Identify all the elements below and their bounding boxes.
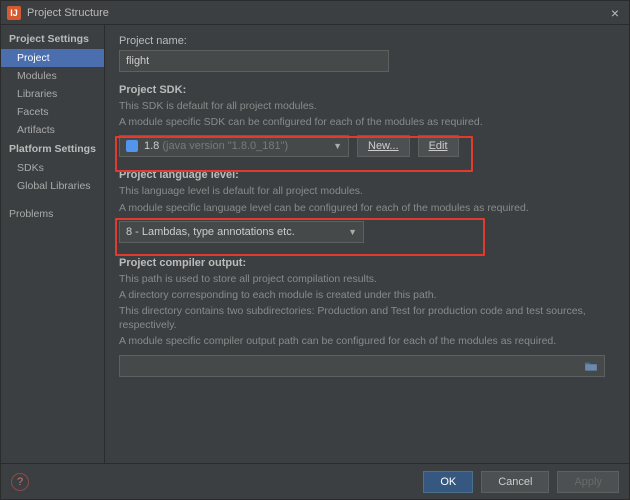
sdk-value-prefix: 1.8 [144, 140, 159, 152]
project-name-input[interactable] [119, 50, 389, 72]
compiler-output-label: Project compiler output: [119, 257, 615, 269]
project-sdk-label: Project SDK: [119, 84, 615, 96]
sidebar-item-sdks[interactable]: SDKs [1, 159, 104, 177]
sdk-desc-line2: A module specific SDK can be configured … [119, 115, 615, 129]
sidebar-item-facets[interactable]: Facets [1, 103, 104, 121]
compiler-output-path-input[interactable] [119, 355, 605, 377]
sidebar-item-problems[interactable]: Problems [1, 205, 104, 223]
compiler-desc-line2: A directory corresponding to each module… [119, 288, 615, 302]
lang-desc-line2: A module specific language level can be … [119, 201, 615, 215]
sidebar: Project Settings Project Modules Librari… [1, 25, 105, 463]
dialog-footer: ? OK Cancel Apply [1, 463, 629, 499]
sdk-value-version: (java version "1.8.0_181") [162, 140, 288, 152]
sdk-edit-button[interactable]: Edit [418, 135, 459, 157]
window-title: Project Structure [27, 7, 607, 19]
chevron-down-icon: ▼ [348, 227, 357, 237]
sidebar-item-libraries[interactable]: Libraries [1, 85, 104, 103]
sdk-desc-line1: This SDK is default for all project modu… [119, 99, 615, 113]
sidebar-item-project[interactable]: Project [1, 49, 104, 67]
lang-desc-line1: This language level is default for all p… [119, 184, 615, 198]
browse-folder-icon[interactable] [582, 358, 600, 374]
chevron-down-icon: ▼ [333, 141, 342, 151]
ok-button[interactable]: OK [423, 471, 473, 493]
sidebar-section-project-settings: Project Settings [1, 29, 104, 49]
apply-button[interactable]: Apply [557, 471, 619, 493]
sidebar-item-global-libraries[interactable]: Global Libraries [1, 177, 104, 195]
close-icon[interactable]: × [607, 5, 623, 21]
compiler-desc-line1: This path is used to store all project c… [119, 272, 615, 286]
help-icon[interactable]: ? [11, 473, 29, 491]
compiler-desc-line4: A module specific compiler output path c… [119, 334, 615, 348]
project-structure-window: IJ Project Structure × Project Settings … [0, 0, 630, 500]
project-name-label: Project name: [119, 35, 615, 47]
sidebar-item-artifacts[interactable]: Artifacts [1, 121, 104, 139]
sidebar-item-modules[interactable]: Modules [1, 67, 104, 85]
java-sdk-icon [126, 140, 138, 152]
project-sdk-combobox[interactable]: 1.8 (java version "1.8.0_181") ▼ [119, 135, 349, 157]
language-level-value: 8 - Lambdas, type annotations etc. [126, 226, 295, 238]
titlebar: IJ Project Structure × [1, 1, 629, 25]
sidebar-section-platform-settings: Platform Settings [1, 139, 104, 159]
language-level-combobox[interactable]: 8 - Lambdas, type annotations etc. ▼ [119, 221, 364, 243]
content-pane: Project name: Project SDK: This SDK is d… [105, 25, 629, 463]
language-level-label: Project language level: [119, 169, 615, 181]
app-icon: IJ [7, 6, 21, 20]
compiler-desc-line3: This directory contains two subdirectori… [119, 304, 615, 332]
sdk-new-button[interactable]: New... [357, 135, 410, 157]
cancel-button[interactable]: Cancel [481, 471, 549, 493]
